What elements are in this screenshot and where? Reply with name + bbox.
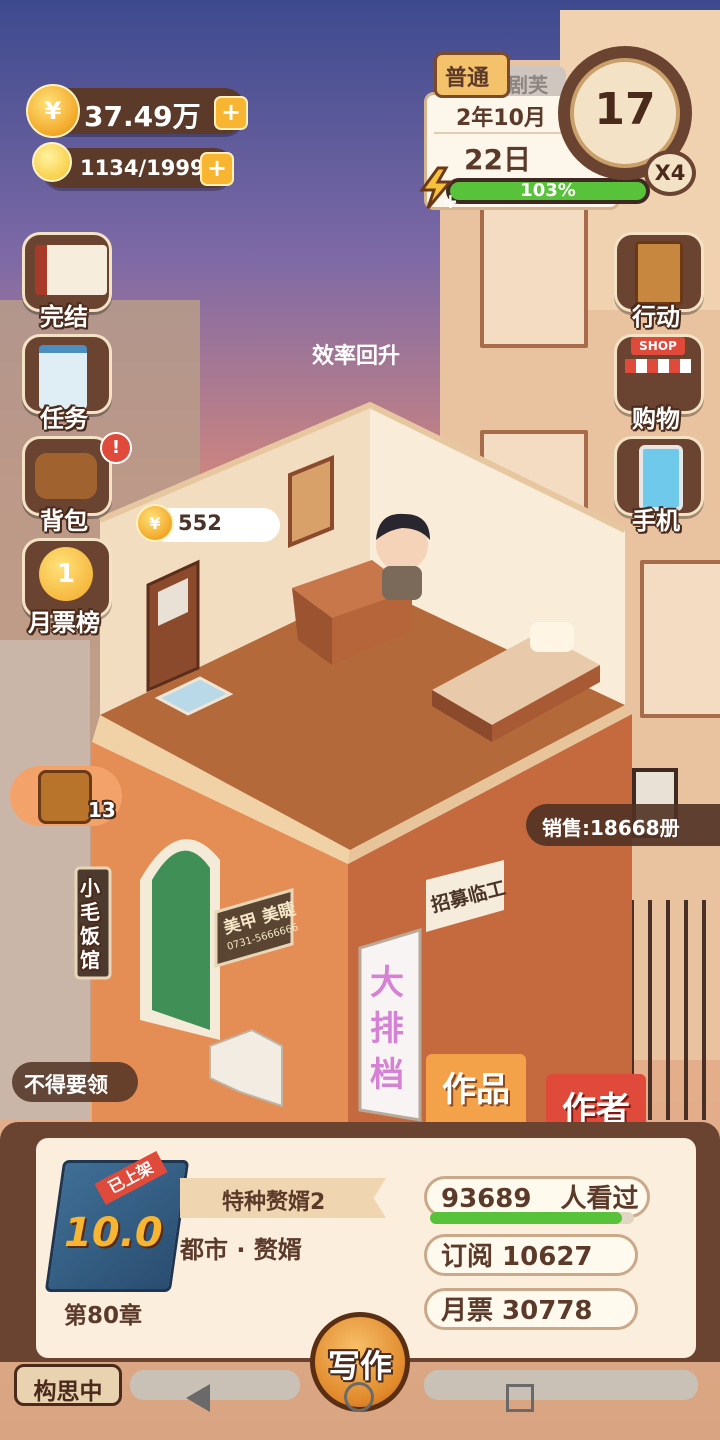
write-label: 写作 xyxy=(327,1347,392,1385)
menu-finished-button[interactable]: 完结 xyxy=(18,232,112,331)
shop-sign: SHOP xyxy=(631,337,685,355)
menu-shop-label: 购物 xyxy=(632,405,680,433)
lightning-icon[interactable]: + xyxy=(416,166,459,213)
menu-action-button[interactable]: 行动 xyxy=(610,232,704,331)
nav-home-icon[interactable] xyxy=(344,1382,374,1412)
monthly-ticket-stat: 月票 30778 xyxy=(424,1288,638,1330)
food-sign-text: 大排档 xyxy=(370,963,404,1095)
bag-alert-badge: ! xyxy=(100,432,132,464)
subscribe-stat: 订阅 10627 xyxy=(424,1234,638,1276)
book-score: 10.0 xyxy=(64,1210,163,1256)
menu-finished-label: 完结 xyxy=(40,303,88,331)
calendar-back-tab-label: 剧芙 xyxy=(508,73,548,97)
readers-count: 93689 xyxy=(441,1184,532,1214)
medal-number: 1 xyxy=(39,547,93,601)
readers-suffix: 人看过 xyxy=(560,1184,639,1214)
book-chapter: 第80章 xyxy=(64,1303,143,1329)
book-title: 特种赘婿2 xyxy=(222,1190,326,1215)
restaurant-sign-text: 小毛饭馆 xyxy=(80,876,100,972)
coin-bubble-value: 552 xyxy=(178,511,222,535)
add-energy-button[interactable]: + xyxy=(200,152,234,186)
menu-ranking-button[interactable]: 1 月票榜 xyxy=(18,538,112,637)
coin-icon: ¥ xyxy=(136,504,174,542)
energy-value: 1134/1999 xyxy=(80,156,205,180)
status-chip: 不得要领 xyxy=(12,1062,138,1102)
room-window xyxy=(288,455,334,548)
pillow xyxy=(530,622,574,652)
thinking-button[interactable]: 构思中 xyxy=(14,1364,122,1406)
menu-tasks-button[interactable]: 任务 xyxy=(18,334,112,433)
efficiency-percent: 103% xyxy=(520,180,576,201)
progress-slot-right xyxy=(424,1370,698,1400)
lightning-icon-svg: + xyxy=(419,166,459,213)
status-chip-text: 不得要领 xyxy=(24,1073,108,1097)
lightbulb-icon xyxy=(32,142,72,182)
speed-label: X4 xyxy=(654,161,686,185)
thinking-label: 构思中 xyxy=(33,1379,103,1405)
menu-action-label: 行动 xyxy=(632,303,680,331)
coin-currency-icon: ¥ xyxy=(26,84,80,138)
treasure-chest-button[interactable]: 13 xyxy=(10,766,122,826)
system-nav-bar xyxy=(0,1410,720,1440)
menu-shop-button[interactable]: SHOP 购物 xyxy=(610,334,704,433)
menu-tasks-label: 任务 xyxy=(40,405,88,433)
readers-bar xyxy=(430,1212,634,1224)
treasure-chest-icon xyxy=(38,770,92,824)
menu-bag-button[interactable]: ! 背包 xyxy=(18,432,132,535)
speed-button[interactable]: X4 xyxy=(644,150,696,196)
readers-bar-fill xyxy=(430,1212,622,1224)
floating-efficiency-text: 效率回升 xyxy=(312,344,401,369)
calendar-mode-tab[interactable]: 普通 xyxy=(434,52,510,98)
nav-back-icon[interactable] xyxy=(186,1384,210,1412)
menu-ranking-label: 月票榜 xyxy=(28,609,100,637)
front-door-green xyxy=(152,850,210,1030)
sales-counter: 销售:18668册 xyxy=(526,804,720,846)
treasure-count: 13 xyxy=(88,798,116,822)
coins-value: 37.49万 xyxy=(84,100,201,133)
calendar-day: 22日 xyxy=(464,143,531,176)
add-coins-button[interactable]: + xyxy=(214,96,248,130)
menu-phone-button[interactable]: 手机 xyxy=(610,436,704,535)
progress-slot-left xyxy=(130,1370,300,1400)
works-tab[interactable]: 作品 xyxy=(430,1062,522,1111)
book-genre: 都市 · 赘婿 xyxy=(180,1236,302,1264)
calendar-mode-label: 普通 xyxy=(445,66,490,91)
efficiency-bar: 103% xyxy=(446,178,650,204)
calendar-year-month: 2年10月 xyxy=(456,106,546,131)
sales-text: 销售:18668册 xyxy=(542,816,680,840)
menu-bag-label: 背包 xyxy=(40,507,88,535)
clock-hour: 17 xyxy=(594,84,656,135)
svg-text:+: + xyxy=(442,189,456,210)
room-door xyxy=(146,559,200,693)
character-body xyxy=(382,566,422,600)
menu-phone-label: 手机 xyxy=(632,507,680,535)
nav-recents-icon[interactable] xyxy=(506,1384,534,1412)
